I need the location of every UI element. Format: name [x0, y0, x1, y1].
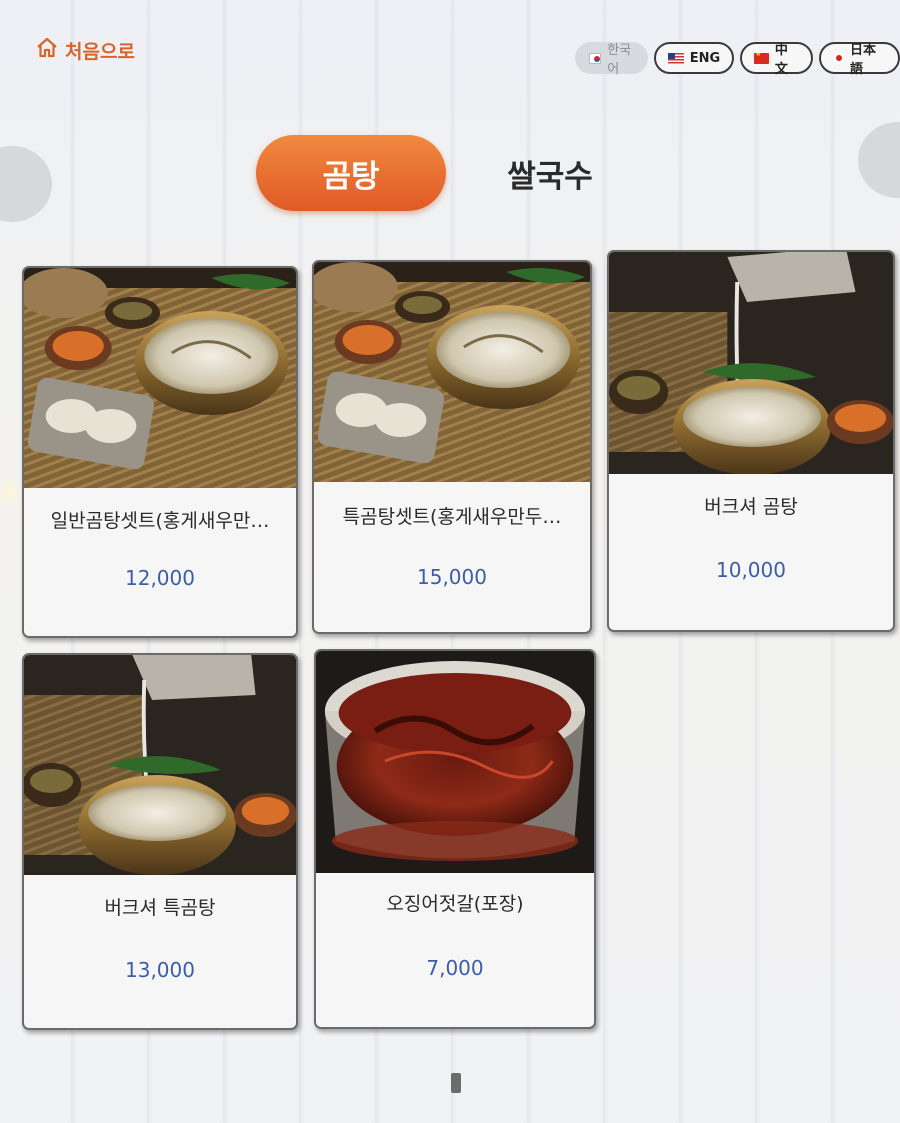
menu-item-price: 7,000: [426, 956, 484, 980]
tab-gomtang[interactable]: 곰탕: [256, 135, 446, 211]
china-flag-icon: [754, 52, 769, 64]
menu-item-price: 13,000: [125, 958, 195, 982]
lang-english-button[interactable]: ENG: [653, 42, 735, 74]
menu-item-name: 오징어젓갈(포장): [386, 893, 524, 915]
home-label: 처음으로: [65, 41, 135, 63]
language-selector: 한국어 ENG 中文 日本語: [575, 42, 900, 77]
menu-card-berkshire-gomtang[interactable]: 버크셔 곰탕 10,000: [607, 250, 895, 632]
usa-flag-icon: [667, 52, 684, 64]
tab-pho[interactable]: 쌀국수: [480, 135, 620, 211]
menu-item-price: 10,000: [716, 558, 786, 582]
menu-item-name: 특곰탕셋트(홍게새우만두…: [342, 506, 562, 528]
lang-english-label: ENG: [689, 50, 721, 66]
lang-chinese-button[interactable]: 中文: [740, 42, 813, 77]
menu-item-name: 버크셔 특곰탕: [104, 897, 216, 919]
squid-jeotgal-photo: [316, 651, 594, 873]
menu-item-name: 버크셔 곰탕: [704, 496, 798, 518]
lang-chinese-label: 中文: [774, 43, 788, 77]
house-icon: [35, 36, 59, 65]
page-indicator: [451, 1073, 461, 1093]
lang-korean-button[interactable]: 한국어: [575, 42, 648, 77]
scroll-right-button[interactable]: [858, 122, 900, 198]
korea-flag-icon: [589, 52, 602, 64]
screen-glare: [0, 480, 24, 504]
menu-item-name: 일반곰탕셋트(홍게새우만…: [50, 510, 270, 532]
gomtang-set-photo: [24, 268, 296, 488]
menu-item-price: 12,000: [125, 566, 195, 590]
gomtang-set-photo: [314, 262, 590, 482]
menu-card-berkshire-special-gomtang[interactable]: 버크셔 특곰탕 13,000: [22, 653, 298, 1030]
menu-item-price: 15,000: [417, 565, 487, 589]
menu-card-regular-gomtang-set[interactable]: 일반곰탕셋트(홍게새우만… 12,000: [22, 266, 298, 638]
scroll-left-button[interactable]: [0, 146, 52, 222]
japan-flag-icon: [832, 52, 844, 64]
home-button[interactable]: 처음으로: [35, 36, 135, 65]
menu-card-squid-jeotgal[interactable]: 오징어젓갈(포장) 7,000: [314, 649, 596, 1029]
lang-japanese-label: 日本語: [849, 43, 876, 77]
gomtang-pour-photo: [24, 655, 296, 875]
lang-korean-label: 한국어: [607, 43, 632, 77]
gomtang-pour-photo: [609, 252, 893, 474]
menu-card-special-gomtang-set[interactable]: 특곰탕셋트(홍게새우만두… 15,000: [312, 260, 592, 634]
lang-japanese-button[interactable]: 日本語: [818, 42, 900, 77]
